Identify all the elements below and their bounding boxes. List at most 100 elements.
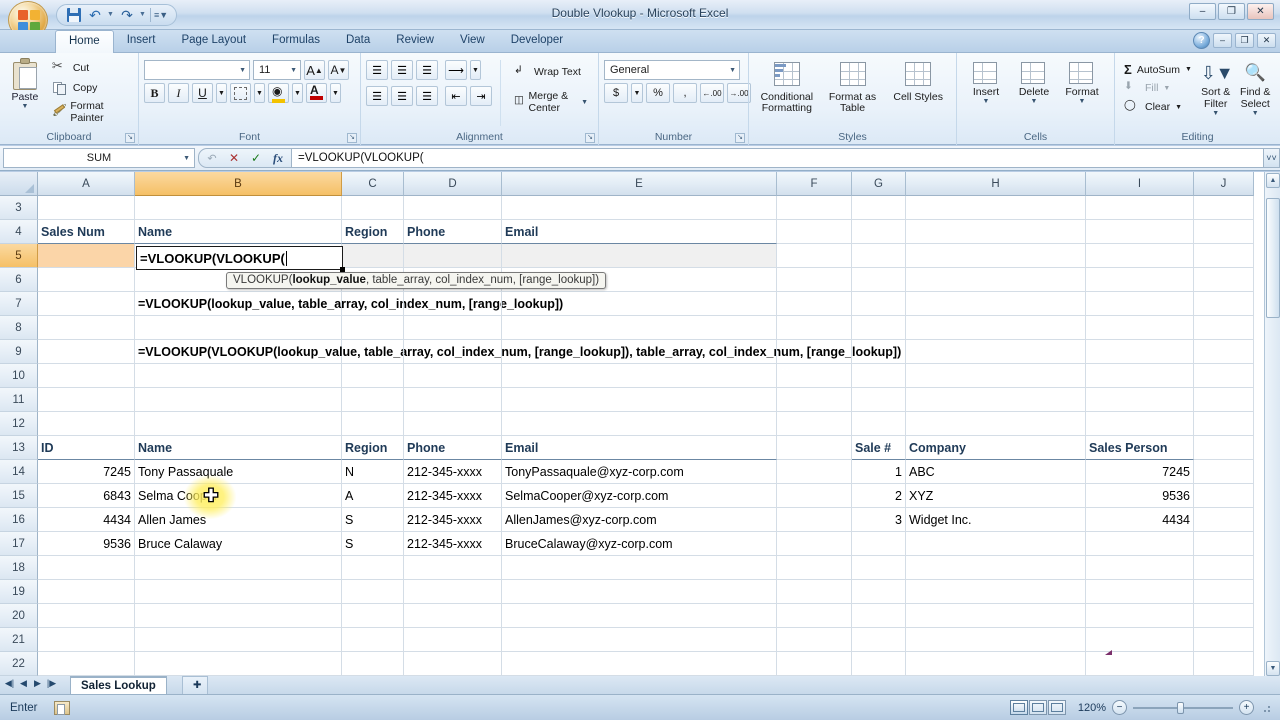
ribbon-tab-developer[interactable]: Developer	[498, 30, 576, 53]
cell-H4[interactable]	[906, 220, 1086, 244]
cell-G8[interactable]	[852, 316, 906, 340]
row-header-21[interactable]: 21	[0, 628, 38, 652]
cell-E20[interactable]	[502, 604, 777, 628]
cell-C20[interactable]	[342, 604, 404, 628]
font-name-combo[interactable]: ▼	[144, 60, 250, 80]
percent-button[interactable]: %	[646, 83, 670, 103]
cell-E5[interactable]	[502, 244, 777, 268]
app-restore-button[interactable]: ❐	[1235, 33, 1254, 48]
cell-B19[interactable]	[135, 580, 342, 604]
clipboard-dialog-launcher[interactable]: ↘	[125, 133, 135, 143]
cell-J15[interactable]	[1194, 484, 1254, 508]
align-middle-button[interactable]: ☰	[391, 60, 413, 80]
cell-H20[interactable]	[906, 604, 1086, 628]
cell-J5[interactable]	[1194, 244, 1254, 268]
number-format-combo[interactable]: General ▼	[604, 60, 740, 80]
cell-D21[interactable]	[404, 628, 502, 652]
autosum-button[interactable]: Σ AutoSum ▼	[1120, 61, 1196, 78]
cell-C19[interactable]	[342, 580, 404, 604]
previous-sheet-button[interactable]: ◀	[18, 678, 29, 689]
alignment-dialog-launcher[interactable]: ↘	[585, 133, 595, 143]
cell-D22[interactable]	[404, 652, 502, 676]
cell-D18[interactable]	[404, 556, 502, 580]
cell-E22[interactable]	[502, 652, 777, 676]
active-cell-editor[interactable]: =VLOOKUP(VLOOKUP(	[136, 246, 345, 272]
row-header-20[interactable]: 20	[0, 604, 38, 628]
cell-J21[interactable]	[1194, 628, 1254, 652]
cell-A21[interactable]	[38, 628, 135, 652]
cell-A22[interactable]	[38, 652, 135, 676]
cell-F16[interactable]	[777, 508, 852, 532]
cell-D17[interactable]: 212-345-xxxx	[404, 532, 502, 556]
cell-D13[interactable]: Phone	[404, 436, 502, 460]
cell-I18[interactable]	[1086, 556, 1194, 580]
cell-J16[interactable]	[1194, 508, 1254, 532]
shrink-font-button[interactable]: A ▼	[328, 60, 349, 80]
cell-I13[interactable]: Sales Person	[1086, 436, 1194, 460]
cell-D9[interactable]	[404, 340, 502, 364]
sheet-tab-sales-lookup[interactable]: Sales Lookup	[70, 676, 167, 694]
row-header-13[interactable]: 13	[0, 436, 38, 460]
cell-A12[interactable]	[38, 412, 135, 436]
cell-H6[interactable]	[906, 268, 1086, 292]
row-header-14[interactable]: 14	[0, 460, 38, 484]
cell-J6[interactable]	[1194, 268, 1254, 292]
font-dialog-launcher[interactable]: ↘	[347, 133, 357, 143]
currency-button[interactable]: $	[604, 83, 628, 103]
row-header-4[interactable]: 4	[0, 220, 38, 244]
cell-A10[interactable]	[38, 364, 135, 388]
cell-F18[interactable]	[777, 556, 852, 580]
cell-G19[interactable]	[852, 580, 906, 604]
row-header-3[interactable]: 3	[0, 196, 38, 220]
align-left-button[interactable]: ☰	[366, 86, 388, 106]
increase-decimal-button[interactable]: ← .00	[700, 83, 724, 103]
first-sheet-button[interactable]: ◀|	[4, 678, 15, 689]
zoom-in-button[interactable]: +	[1239, 700, 1254, 715]
cell-H18[interactable]	[906, 556, 1086, 580]
cell-G14[interactable]: 1	[852, 460, 906, 484]
cell-G12[interactable]	[852, 412, 906, 436]
help-icon[interactable]: ?	[1193, 32, 1210, 49]
comma-style-button[interactable]: ,	[673, 83, 697, 103]
next-sheet-button[interactable]: ▶	[32, 678, 43, 689]
column-header-I[interactable]: I	[1086, 172, 1194, 196]
cell-F6[interactable]	[777, 268, 852, 292]
select-all-corner[interactable]	[0, 172, 38, 196]
cell-E17[interactable]: BruceCalaway@xyz-corp.com	[502, 532, 777, 556]
cell-C12[interactable]	[342, 412, 404, 436]
cell-H14[interactable]: ABC	[906, 460, 1086, 484]
column-header-D[interactable]: D	[404, 172, 502, 196]
cell-B9[interactable]: =VLOOKUP(VLOOKUP(lookup_value, table_arr…	[135, 340, 901, 364]
cell-J22[interactable]	[1194, 652, 1254, 676]
cell-G16[interactable]: 3	[852, 508, 906, 532]
cell-E21[interactable]	[502, 628, 777, 652]
find-select-button[interactable]: 🔍 Find & Select ▼	[1235, 58, 1275, 126]
cell-J12[interactable]	[1194, 412, 1254, 436]
restore-button[interactable]: ❐	[1218, 3, 1245, 20]
cell-A16[interactable]: 4434	[38, 508, 135, 532]
column-header-F[interactable]: F	[777, 172, 852, 196]
normal-view-button[interactable]	[1010, 700, 1028, 715]
cell-H7[interactable]	[906, 292, 1086, 316]
cell-A18[interactable]	[38, 556, 135, 580]
cell-H19[interactable]	[906, 580, 1086, 604]
row-header-11[interactable]: 11	[0, 388, 38, 412]
cell-A13[interactable]: ID	[38, 436, 135, 460]
orientation-button[interactable]: ⟶	[445, 60, 467, 80]
cell-F20[interactable]	[777, 604, 852, 628]
cell-D14[interactable]: 212-345-xxxx	[404, 460, 502, 484]
cell-B14[interactable]: Tony Passaquale	[135, 460, 342, 484]
cell-B11[interactable]	[135, 388, 342, 412]
row-header-17[interactable]: 17	[0, 532, 38, 556]
column-header-E[interactable]: E	[502, 172, 777, 196]
cell-C11[interactable]	[342, 388, 404, 412]
app-minimize-button[interactable]: –	[1213, 33, 1232, 48]
name-box[interactable]: SUM ▼	[3, 148, 195, 168]
vertical-scrollbar[interactable]: ▲ ▼	[1264, 172, 1280, 677]
cell-A6[interactable]	[38, 268, 135, 292]
cell-F11[interactable]	[777, 388, 852, 412]
row-header-6[interactable]: 6	[0, 268, 38, 292]
cell-B13[interactable]: Name	[135, 436, 342, 460]
fill-color-dropdown-icon[interactable]: ▼	[292, 83, 303, 103]
row-header-5[interactable]: 5	[0, 244, 38, 268]
